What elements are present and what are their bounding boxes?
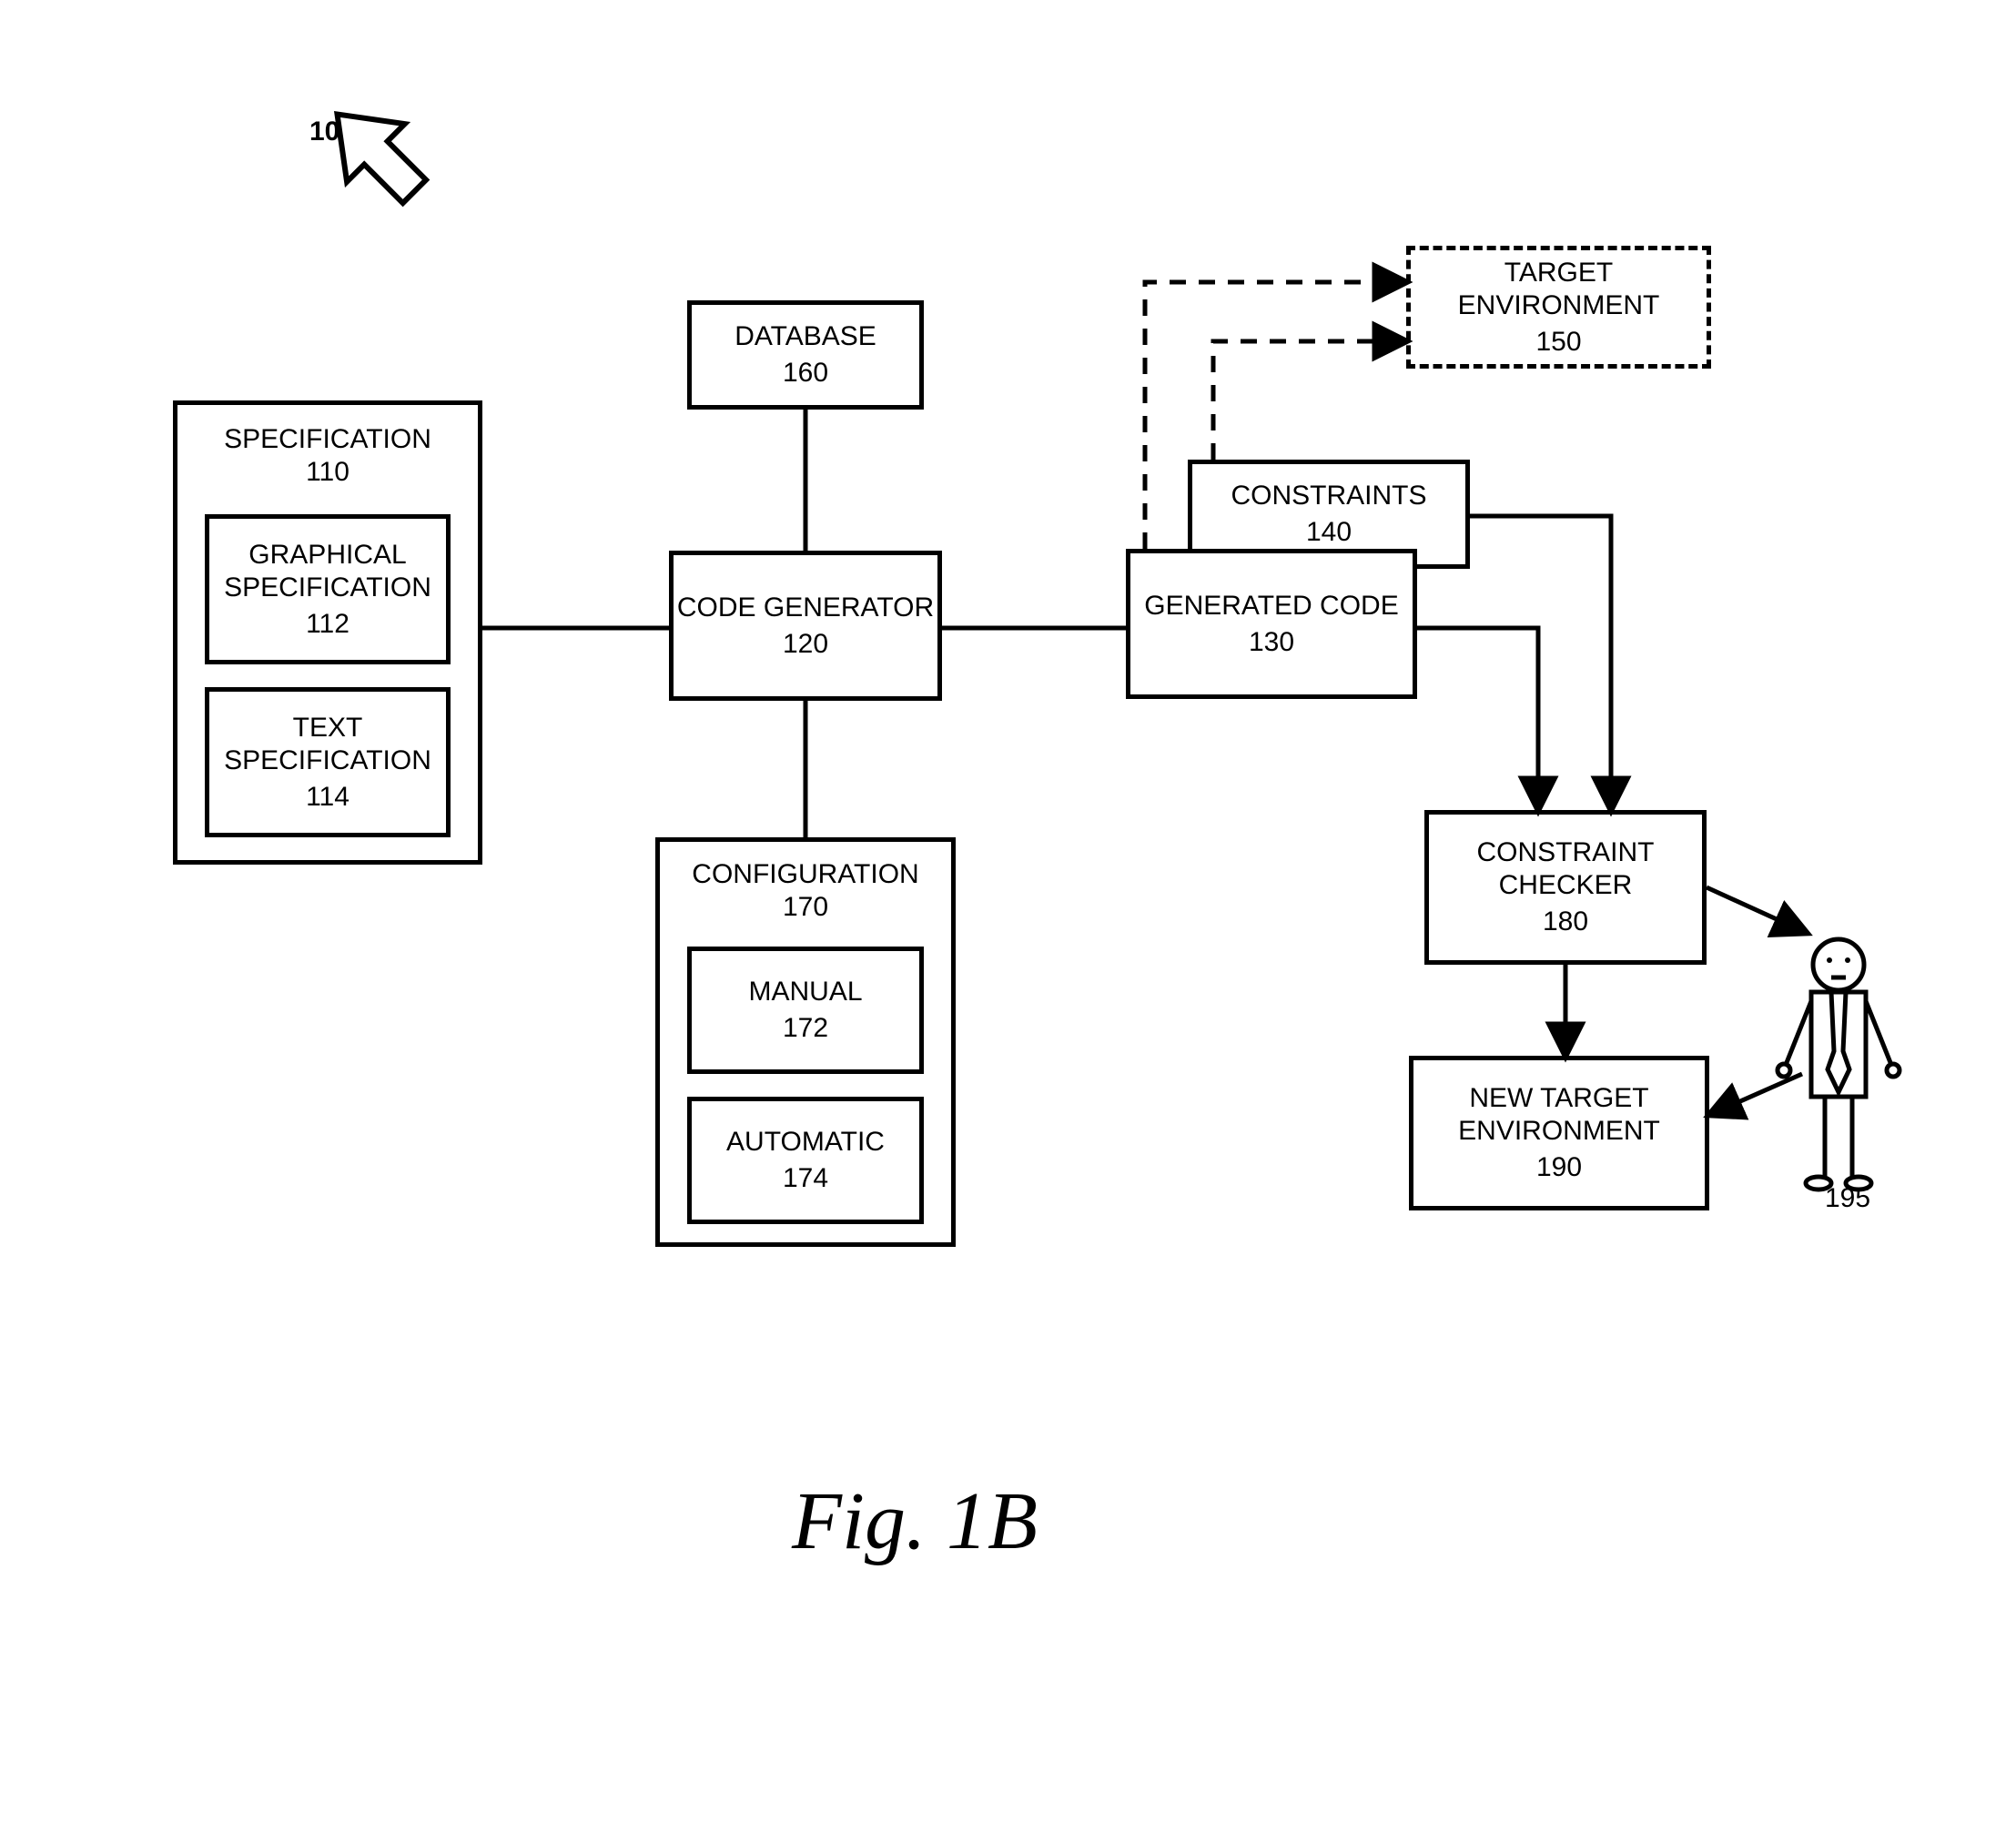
- configuration-box: CONFIGURATION 170 MANUAL 172 AUTOMATIC 1…: [655, 837, 956, 1247]
- specification-num: 110: [306, 457, 350, 487]
- constraint-checker-num: 180: [1543, 906, 1588, 938]
- diagram-canvas: 105 SPECIFICATION 110 GRAPHICAL SPECIFIC…: [0, 0, 2016, 1843]
- text-spec-box: TEXT SPECIFICATION 114: [205, 687, 451, 837]
- constraint-checker-title: CONSTRAINT CHECKER: [1429, 836, 1702, 902]
- configuration-num: 170: [783, 892, 828, 922]
- text-spec-num: 114: [217, 781, 439, 814]
- graphical-spec-num: 112: [217, 608, 439, 641]
- generated-code-num: 130: [1249, 626, 1294, 659]
- target-environment-num: 150: [1535, 326, 1581, 359]
- constraints-title: CONSTRAINTS: [1231, 480, 1426, 512]
- code-generator-box: CODE GENERATOR 120: [669, 551, 942, 701]
- target-environment-box: TARGET ENVIRONMENT 150: [1406, 246, 1711, 369]
- database-title: DATABASE: [734, 320, 876, 353]
- new-target-environment-title: NEW TARGET ENVIRONMENT: [1413, 1082, 1705, 1148]
- constraints-num: 140: [1306, 516, 1352, 549]
- new-target-environment-box: NEW TARGET ENVIRONMENT 190: [1409, 1056, 1709, 1210]
- automatic-title: AUTOMATIC: [699, 1126, 912, 1159]
- specification-title: SPECIFICATION: [224, 424, 431, 454]
- text-spec-title: TEXT SPECIFICATION: [217, 712, 439, 777]
- graphical-spec-box: GRAPHICAL SPECIFICATION 112: [205, 514, 451, 664]
- person-label-195: 195: [1825, 1183, 1870, 1214]
- specification-box: SPECIFICATION 110 GRAPHICAL SPECIFICATIO…: [173, 400, 482, 865]
- database-num: 160: [783, 357, 828, 390]
- generated-code-box: GENERATED CODE 130: [1126, 549, 1417, 699]
- pointer-arrow-icon: [309, 86, 443, 220]
- automatic-num: 174: [699, 1162, 912, 1195]
- database-box: DATABASE 160: [687, 300, 924, 410]
- graphical-spec-title: GRAPHICAL SPECIFICATION: [217, 539, 439, 604]
- manual-title: MANUAL: [699, 976, 912, 1008]
- manual-box: MANUAL 172: [687, 947, 924, 1074]
- code-generator-title: CODE GENERATOR: [677, 592, 934, 624]
- new-target-environment-num: 190: [1536, 1151, 1582, 1184]
- manual-num: 172: [699, 1012, 912, 1045]
- person-icon: [1778, 939, 1899, 1190]
- code-generator-num: 120: [783, 628, 828, 661]
- configuration-title: CONFIGURATION: [692, 859, 918, 889]
- target-environment-title: TARGET ENVIRONMENT: [1411, 257, 1707, 322]
- figure-caption: Fig. 1B: [792, 1474, 1038, 1568]
- automatic-box: AUTOMATIC 174: [687, 1097, 924, 1224]
- generated-code-title: GENERATED CODE: [1144, 590, 1398, 623]
- pointer-label-105: 105: [309, 116, 355, 147]
- constraint-checker-box: CONSTRAINT CHECKER 180: [1424, 810, 1707, 965]
